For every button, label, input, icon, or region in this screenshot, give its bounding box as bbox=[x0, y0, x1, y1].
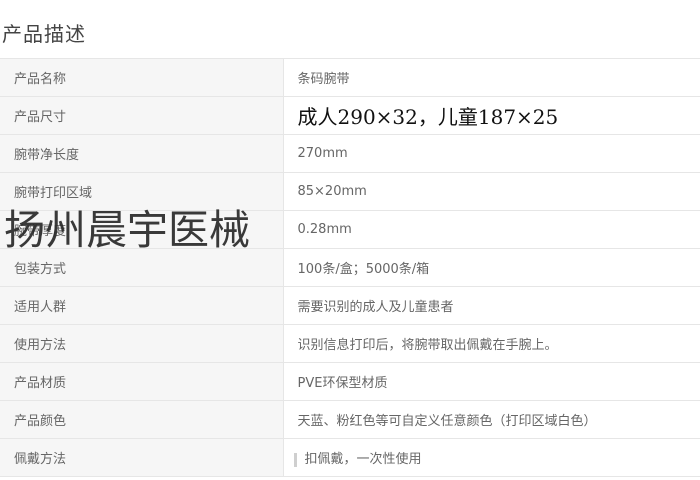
spec-label-thickness: 腕带厚度 bbox=[0, 210, 284, 249]
table-row: 腕带打印区域 85×20mm bbox=[0, 172, 700, 211]
spec-label-material: 产品材质 bbox=[0, 362, 284, 401]
spec-label-wearing-method: 佩戴方法 bbox=[0, 438, 284, 477]
spec-value-packaging: 100条/盒；5000条/箱 bbox=[283, 248, 700, 287]
table-row: 佩戴方法 扣佩戴，一次性使用 bbox=[0, 438, 700, 477]
table-row: 产品颜色 天蓝、粉红色等可自定义任意颜色（打印区域白色） bbox=[0, 400, 700, 439]
spec-value-target-users: 需要识别的成人及儿童患者 bbox=[283, 286, 700, 325]
page-title: 产品描述 bbox=[2, 22, 86, 46]
redaction-mark bbox=[293, 452, 297, 467]
table-row: 适用人群 需要识别的成人及儿童患者 bbox=[0, 286, 700, 325]
product-spec-table: 产品名称 条码腕带 产品尺寸 成人290×32，儿童187×25 腕带净长度 2… bbox=[0, 58, 700, 477]
spec-label-product-name: 产品名称 bbox=[0, 58, 284, 97]
spec-value-usage: 识别信息打印后，将腕带取出佩戴在手腕上。 bbox=[283, 324, 700, 363]
table-row: 产品材质 PVE环保型材质 bbox=[0, 362, 700, 401]
spec-value-color: 天蓝、粉红色等可自定义任意颜色（打印区域白色） bbox=[283, 400, 700, 439]
spec-label-usage: 使用方法 bbox=[0, 324, 284, 363]
spec-value-material: PVE环保型材质 bbox=[283, 362, 700, 401]
table-row: 包装方式 100条/盒；5000条/箱 bbox=[0, 248, 700, 287]
table-row: 使用方法 识别信息打印后，将腕带取出佩戴在手腕上。 bbox=[0, 324, 700, 363]
spec-label-packaging: 包装方式 bbox=[0, 248, 284, 287]
spec-value-thickness: 0.28mm bbox=[283, 210, 700, 249]
spec-value-wearing-method: 扣佩戴，一次性使用 bbox=[304, 452, 422, 467]
spec-label-print-area: 腕带打印区域 bbox=[0, 172, 284, 211]
spec-label-target-users: 适用人群 bbox=[0, 286, 284, 325]
spec-label-net-length: 腕带净长度 bbox=[0, 134, 284, 173]
table-row: 产品尺寸 成人290×32，儿童187×25 bbox=[0, 96, 700, 135]
spec-value-net-length: 270mm bbox=[283, 134, 700, 173]
table-row: 腕带净长度 270mm bbox=[0, 134, 700, 173]
spec-label-product-size: 产品尺寸 bbox=[0, 96, 284, 135]
spec-value-wearing-method-cell: 扣佩戴，一次性使用 bbox=[283, 438, 700, 477]
table-row: 产品名称 条码腕带 bbox=[0, 58, 700, 97]
spec-label-color: 产品颜色 bbox=[0, 400, 284, 439]
spec-value-product-size: 成人290×32，儿童187×25 bbox=[283, 96, 700, 135]
spec-value-product-name: 条码腕带 bbox=[283, 58, 700, 97]
table-row: 腕带厚度 0.28mm bbox=[0, 210, 700, 249]
spec-value-print-area: 85×20mm bbox=[283, 172, 700, 211]
